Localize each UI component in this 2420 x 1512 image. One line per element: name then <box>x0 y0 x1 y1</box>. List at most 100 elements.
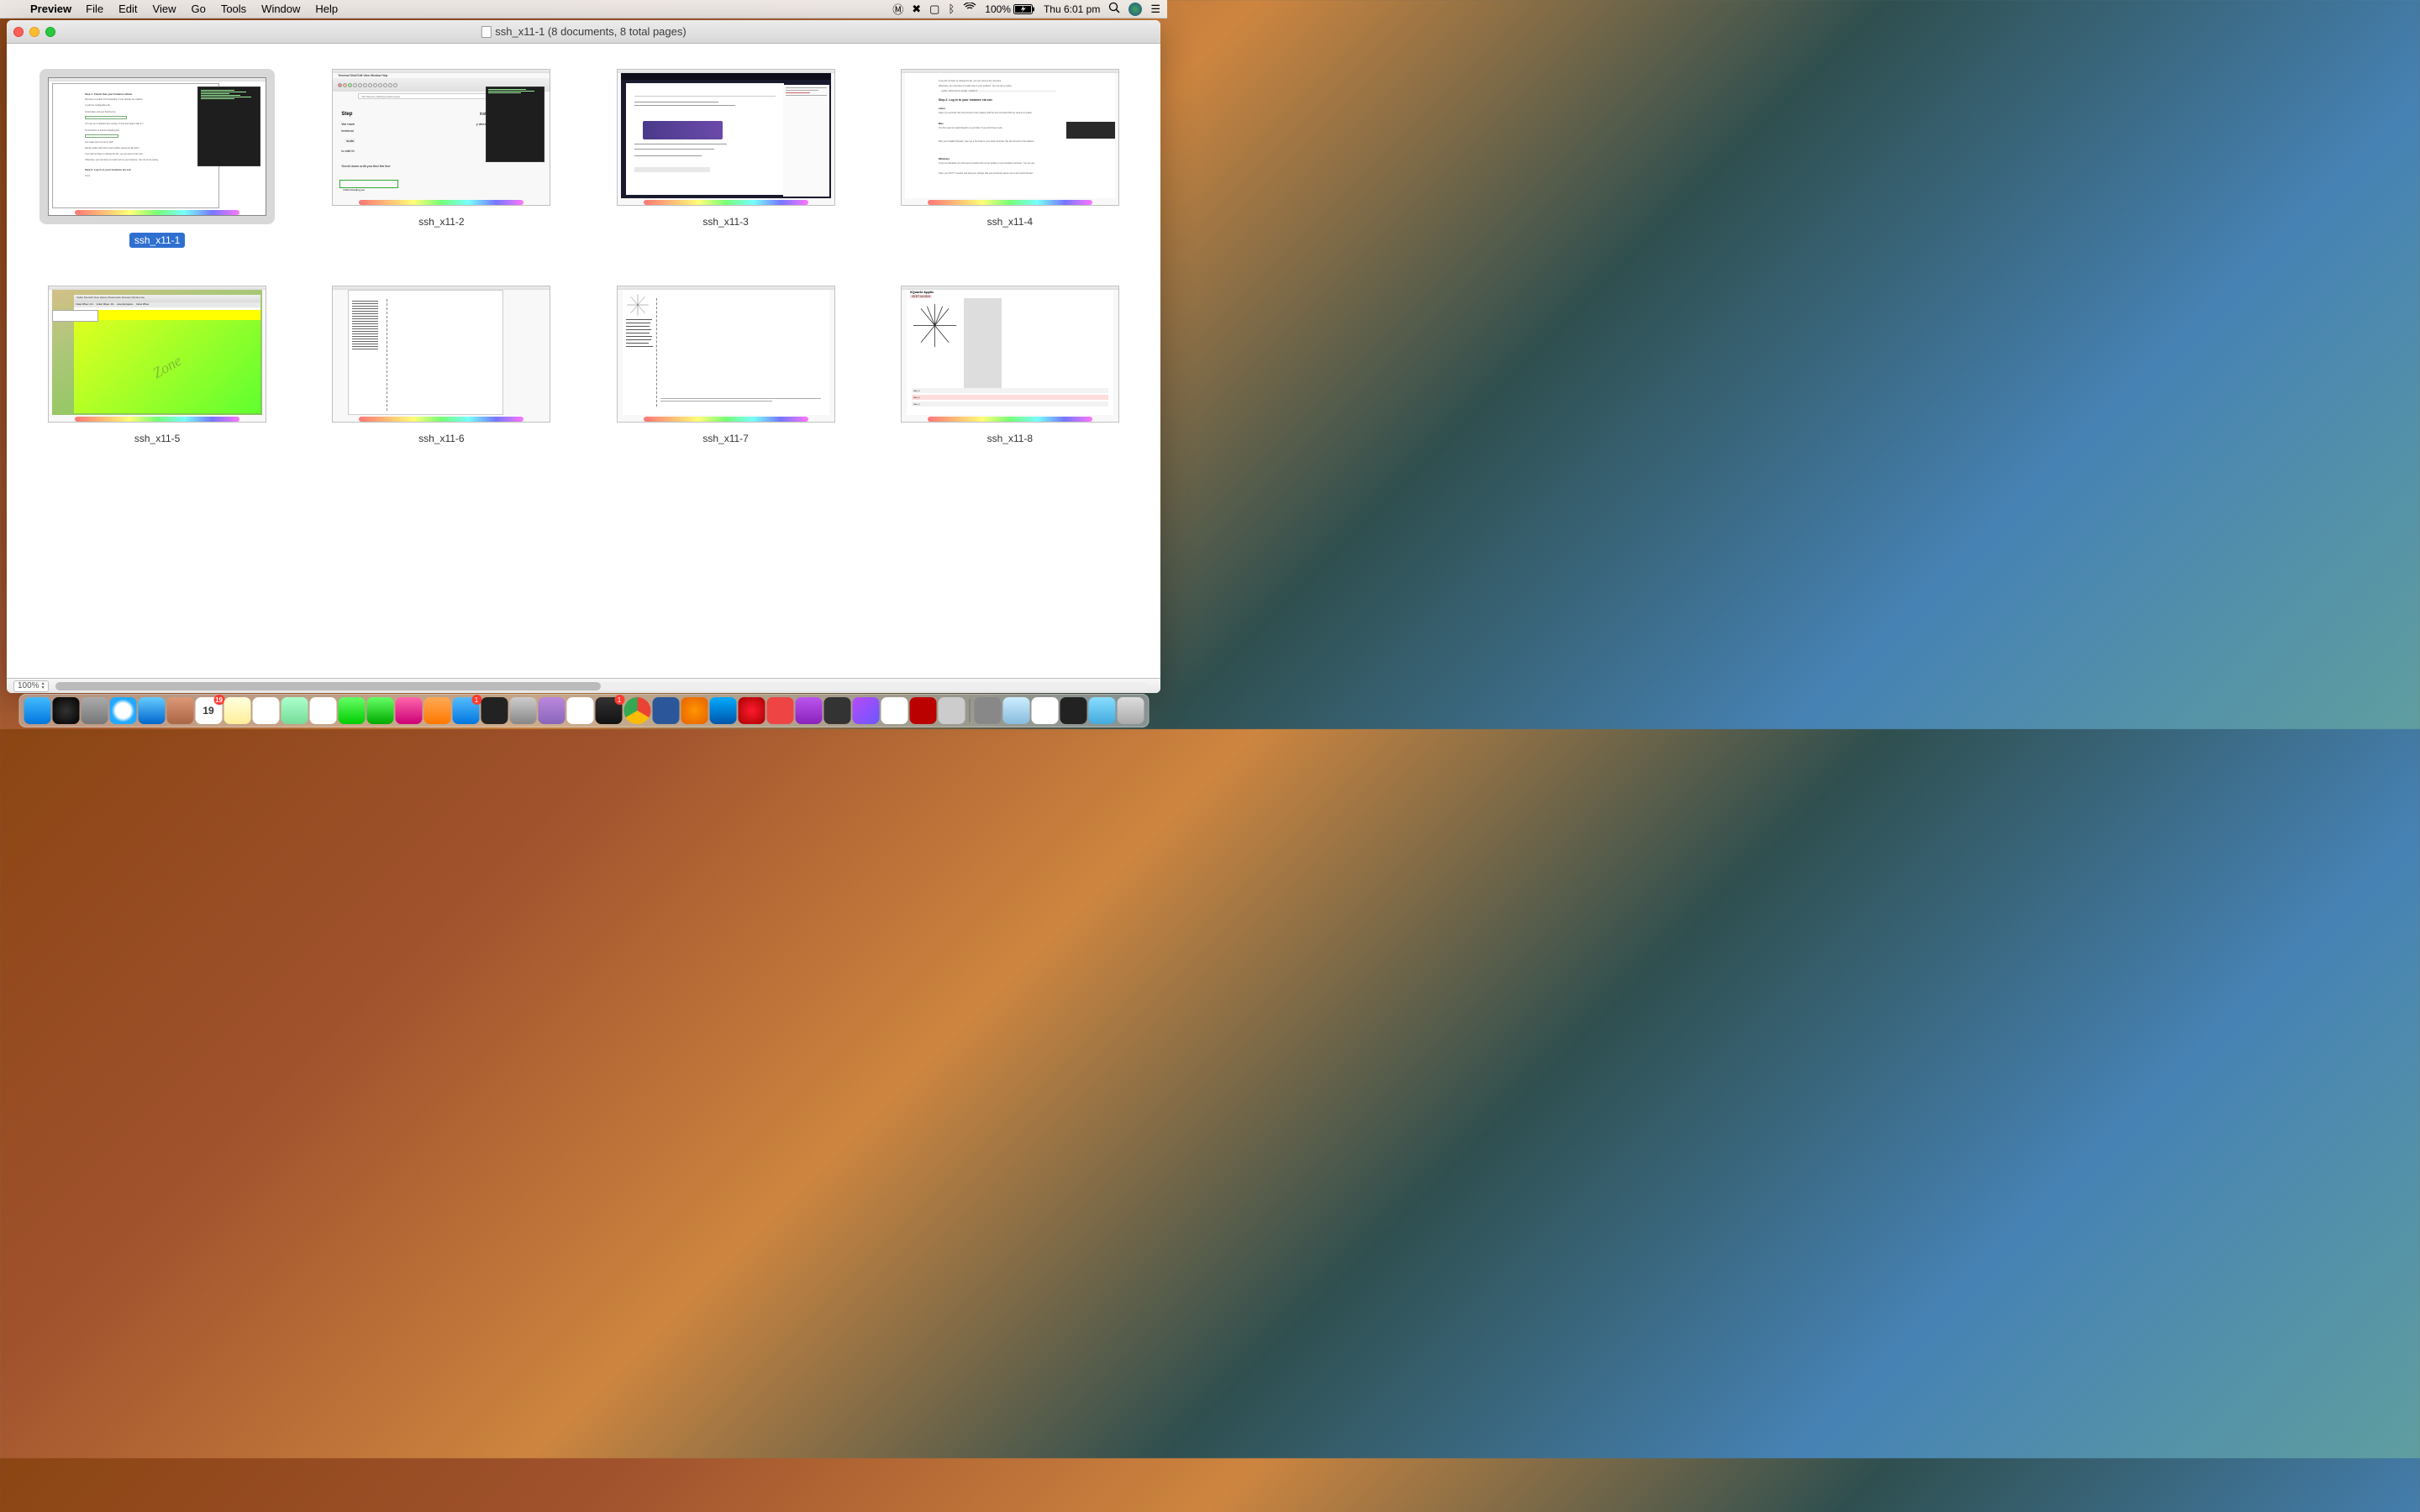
app-menu[interactable]: Preview <box>24 3 78 15</box>
clock[interactable]: Thu 6:01 pm <box>1044 3 1100 15</box>
window-minimize-button[interactable] <box>29 27 39 37</box>
dock-app-generic-9[interactable] <box>938 697 965 724</box>
dock-photos-icon[interactable] <box>309 697 336 724</box>
thumbnail-label-6[interactable]: ssh_x11-6 <box>413 431 469 446</box>
thumbnail-grid: Step 1. Check that your Instance allows … <box>7 44 1160 678</box>
thumbnail-image-1[interactable]: Step 1. Check that your Instance allows … <box>39 69 275 224</box>
thumbnail-image-2[interactable]: Terminal Shell Edit View Window Help Not… <box>332 69 550 206</box>
window-maximize-button[interactable] <box>45 27 55 37</box>
siri-icon[interactable] <box>1128 3 1142 16</box>
dock-downloads-icon[interactable] <box>1088 697 1115 724</box>
thumbnail-item-1[interactable]: Step 1. Check that your Instance allows … <box>24 69 291 248</box>
dock-word-icon[interactable] <box>652 697 679 724</box>
thumbnail-image-8[interactable]: XQuartz Applic CEST 04:33:5 aaa_n aaa_n … <box>901 286 1119 423</box>
thumbnail-item-8[interactable]: XQuartz Applic CEST 04:33:5 aaa_n aaa_n … <box>876 286 1144 446</box>
window-close-button[interactable] <box>13 27 24 37</box>
thumbnail-item-6[interactable]: ssh_x11-6 <box>308 286 575 446</box>
dock-stocks-icon[interactable] <box>481 697 508 724</box>
dock-launchpad-icon[interactable] <box>81 697 108 724</box>
dock-preview-icon[interactable] <box>1002 697 1029 724</box>
bluetooth-icon[interactable]: ᛒ <box>948 3 955 15</box>
thumbnail-image-6[interactable] <box>332 286 550 423</box>
dock-app-generic-8[interactable] <box>881 697 908 724</box>
menubar-app-icon-1[interactable]: Ⓜ <box>892 1 903 17</box>
menu-tools[interactable]: Tools <box>213 3 254 15</box>
notification-center-icon[interactable]: ☰ <box>1150 3 1160 16</box>
thumbnail-image-7[interactable] <box>617 286 835 423</box>
dock-app-generic-2[interactable] <box>566 697 593 724</box>
thumbnail-label-5[interactable]: ssh_x11-5 <box>129 431 185 446</box>
zoom-selector[interactable]: 100% ▴▾ <box>13 680 49 692</box>
dock-mail-icon[interactable] <box>138 697 165 724</box>
dock-siri-icon[interactable] <box>52 697 79 724</box>
dock-messages-icon[interactable] <box>338 697 365 724</box>
dock-app-generic-6[interactable] <box>795 697 822 724</box>
radial-plot-icon <box>626 293 650 317</box>
window-title-text: ssh_x11-1 (8 documents, 8 total pages) <box>495 25 686 38</box>
horizontal-scrollbar[interactable] <box>55 682 1147 690</box>
window-status-bar: 100% ▴▾ <box>7 678 1160 693</box>
thumbnail-label-3[interactable]: ssh_x11-3 <box>697 214 753 229</box>
t1-terminal-overlay <box>197 87 260 166</box>
thumbnail-image-4[interactable]: If you did not have to change the file, … <box>901 69 1119 206</box>
thumbnail-image-5[interactable]: Safari File Edit View History Bookmarks … <box>48 286 266 423</box>
dock-firefox-icon[interactable] <box>681 697 708 724</box>
zoom-value: 100% <box>18 681 39 690</box>
menu-file[interactable]: File <box>78 3 111 15</box>
dock-app-generic-3[interactable]: 1 <box>595 697 622 724</box>
thumbnail-item-5[interactable]: Safari File Edit View History Bookmarks … <box>24 286 291 446</box>
wifi-icon[interactable] <box>963 3 976 15</box>
menu-window[interactable]: Window <box>254 3 308 15</box>
dock-facetime-icon[interactable] <box>366 697 393 724</box>
dock-appstore-icon[interactable]: 1 <box>452 697 479 724</box>
dock-opera-icon[interactable] <box>738 697 765 724</box>
dock-phpstorm-icon[interactable] <box>852 697 879 724</box>
preview-window: ssh_x11-1 (8 documents, 8 total pages) S… <box>7 20 1160 693</box>
dock-ibooks-icon[interactable] <box>424 697 450 724</box>
battery-indicator[interactable]: 100% <box>985 3 1035 15</box>
window-title: ssh_x11-1 (8 documents, 8 total pages) <box>481 25 686 38</box>
thumbnail-label-4[interactable]: ssh_x11-4 <box>982 214 1038 229</box>
t1-para: We have to enable X11 forwarding. It may… <box>85 98 142 101</box>
dock-itunes-icon[interactable] <box>395 697 422 724</box>
dock-app-generic-10[interactable] <box>974 697 1001 724</box>
dock-separator <box>969 699 970 722</box>
dock-maps-icon[interactable] <box>281 697 308 724</box>
airplay-icon[interactable]: ▢ <box>929 3 939 16</box>
menu-help[interactable]: Help <box>308 3 345 15</box>
thumbnail-label-7[interactable]: ssh_x11-7 <box>697 431 753 446</box>
dock-safari-icon[interactable] <box>109 697 136 724</box>
dock-calendar-icon[interactable]: 1919 <box>195 697 222 724</box>
dock-notes-icon[interactable] <box>224 697 250 724</box>
thumbnail-label-2[interactable]: ssh_x11-2 <box>413 214 469 229</box>
thumbnail-item-4[interactable]: If you did not have to change the file, … <box>876 69 1144 248</box>
menu-view[interactable]: View <box>145 3 184 15</box>
dock-chrome-icon[interactable] <box>623 697 650 724</box>
thumbnail-image-3[interactable] <box>617 69 835 206</box>
dock-settings-icon[interactable] <box>509 697 536 724</box>
window-titlebar[interactable]: ssh_x11-1 (8 documents, 8 total pages) <box>7 20 1160 44</box>
dock-app-generic-5[interactable] <box>766 697 793 724</box>
dock-filezilla-icon[interactable] <box>909 697 936 724</box>
battery-percentage: 100% <box>985 3 1011 15</box>
dock-contacts-icon[interactable] <box>166 697 193 724</box>
dock-xquartz-icon[interactable] <box>1031 697 1058 724</box>
dock-app-generic-4[interactable] <box>709 697 736 724</box>
menu-go[interactable]: Go <box>183 3 213 15</box>
thumbnail-item-3[interactable]: ssh_x11-3 <box>592 69 860 248</box>
thumbnail-item-2[interactable]: Terminal Shell Edit View Window Help Not… <box>308 69 575 248</box>
dock-trash-icon[interactable] <box>1117 697 1144 724</box>
menu-edit[interactable]: Edit <box>111 3 145 15</box>
thumbnail-label-1[interactable]: ssh_x11-1 <box>129 233 185 248</box>
menubar-app-icon-2[interactable]: ✖ <box>912 3 921 16</box>
dock-terminal-icon[interactable] <box>1060 697 1086 724</box>
dock-finder-icon[interactable] <box>24 697 50 724</box>
thumbnail-item-7[interactable]: ssh_x11-7 <box>592 286 860 446</box>
t1-step1-heading: Step 1. Check that your Instance allows <box>85 92 132 96</box>
dock-app-generic-1[interactable] <box>538 697 565 724</box>
dock: 1919 1 1 <box>18 694 1149 727</box>
dock-reminders-icon[interactable] <box>252 697 279 724</box>
dock-app-generic-7[interactable] <box>823 697 850 724</box>
spotlight-icon[interactable] <box>1108 2 1120 16</box>
thumbnail-label-8[interactable]: ssh_x11-8 <box>982 431 1038 446</box>
